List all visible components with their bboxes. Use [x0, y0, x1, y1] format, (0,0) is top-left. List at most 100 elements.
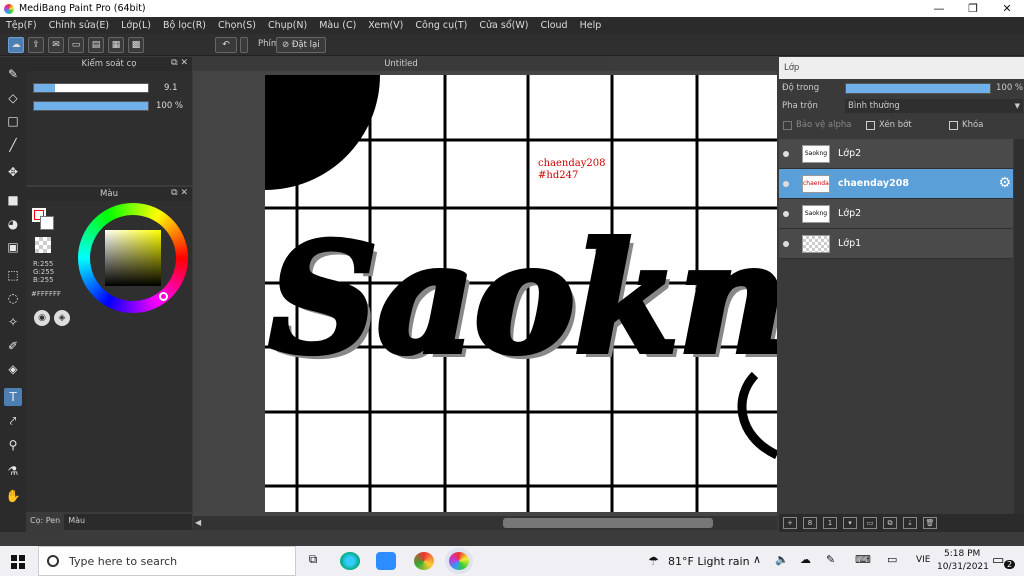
text-tool-icon[interactable]: T: [4, 388, 22, 406]
layer-opacity-slider[interactable]: [845, 83, 991, 94]
select-pen-tool-icon[interactable]: ✐: [4, 337, 22, 355]
secondary-color-swatch[interactable]: [40, 216, 54, 230]
transparent-swatch[interactable]: [35, 237, 51, 253]
pen-tray-icon[interactable]: ✎: [826, 553, 835, 566]
menu-view[interactable]: Xem(V): [368, 20, 403, 31]
menu-select[interactable]: Chọn(S): [218, 20, 256, 31]
folder-icon[interactable]: ▭: [863, 517, 877, 529]
weather-text[interactable]: 81°F Light rain: [668, 555, 750, 568]
display-icon[interactable]: ▭: [887, 553, 897, 566]
gear-icon[interactable]: ⚙: [998, 175, 1011, 191]
task-view-icon[interactable]: ⧉: [303, 552, 323, 570]
scroll-left-icon[interactable]: ◀: [195, 518, 201, 527]
tray-chevron-icon[interactable]: ∧: [753, 553, 761, 566]
medibang-taskbar-icon[interactable]: [449, 552, 469, 570]
speech-bubble-icon[interactable]: ✉: [48, 37, 64, 53]
clip-checkbox[interactable]: Xén bớt: [866, 120, 912, 130]
comment-icon[interactable]: ▭: [68, 37, 84, 53]
drawing-canvas[interactable]: Saokng Saokng chaenday208 #hd247: [265, 75, 777, 512]
new-layer-8bit-icon[interactable]: 8: [803, 517, 817, 529]
select-rect-tool-icon[interactable]: ⬚: [4, 266, 22, 284]
eraser-tool-icon[interactable]: ◇: [4, 89, 22, 107]
tab-brush[interactable]: Cọ: Pen: [26, 514, 65, 530]
visibility-icon[interactable]: [783, 210, 789, 217]
taskbar-search[interactable]: Type here to search: [38, 546, 296, 576]
merge-icon[interactable]: ⇣: [903, 517, 917, 529]
keyboard-icon[interactable]: ⌨: [855, 553, 871, 566]
maximize-button[interactable]: ❐: [956, 0, 990, 17]
color-panel-close-icon[interactable]: ⧉ ✕: [171, 188, 188, 198]
windows-start-icon[interactable]: [11, 555, 25, 569]
menu-capture[interactable]: Chụp(N): [268, 20, 307, 31]
eyedropper-tool-icon[interactable]: ⚲: [4, 436, 22, 454]
protect-alpha-checkbox[interactable]: Bảo vệ alpha: [783, 120, 851, 130]
cloud-icon[interactable]: ☁: [8, 37, 24, 53]
operation-tool-icon[interactable]: ⤤: [4, 412, 22, 430]
language-indicator[interactable]: VIE: [916, 555, 931, 565]
panel-close-icon[interactable]: ⧉ ✕: [171, 58, 188, 68]
brush-size-slider[interactable]: [33, 83, 149, 93]
close-button[interactable]: ✕: [990, 0, 1024, 17]
menu-edit[interactable]: Chỉnh sửa(E): [49, 20, 110, 31]
layer-row[interactable]: Lớp1: [779, 229, 1013, 259]
brush-opacity-slider[interactable]: [33, 101, 149, 111]
magic-wand-tool-icon[interactable]: ✧: [4, 313, 22, 331]
new-layer-1bit-icon[interactable]: 1: [823, 517, 837, 529]
lasso-tool-icon[interactable]: ◌: [4, 289, 22, 307]
menu-file[interactable]: Tệp(F): [6, 20, 37, 31]
move-tool-icon[interactable]: ✥: [4, 163, 22, 181]
scroll-thumb[interactable]: [503, 518, 713, 528]
menu-cloud[interactable]: Cloud: [540, 20, 567, 31]
cloud-tray-icon[interactable]: ☁: [800, 553, 811, 566]
notification-icon[interactable]: ▭: [992, 553, 1004, 568]
menu-help[interactable]: Help: [580, 20, 602, 31]
new-layer-icon[interactable]: +: [783, 517, 797, 529]
hand-tool-icon[interactable]: ✋: [4, 487, 22, 505]
fill-rect-tool-icon[interactable]: ■: [4, 191, 22, 209]
chrome-icon[interactable]: [414, 552, 434, 570]
undo-icon[interactable]: ↶: [215, 37, 237, 53]
layer-row[interactable]: Saokng Lớp2: [779, 139, 1013, 169]
menu-layer[interactable]: Lớp(L): [121, 20, 151, 31]
rectangle-tool-icon[interactable]: □: [4, 112, 22, 130]
visibility-icon[interactable]: [783, 180, 789, 187]
line-tool-icon[interactable]: ╱: [4, 136, 22, 154]
palette-list-icon[interactable]: ◈: [54, 310, 70, 326]
reset-button[interactable]: ⊘ Đặt lại: [276, 37, 326, 53]
add-layer-menu-icon[interactable]: ▾: [843, 517, 857, 529]
layer-row-selected[interactable]: chaenday208 chaenday208 ⚙: [779, 169, 1013, 199]
saturation-value-square[interactable]: [105, 230, 161, 286]
hue-handle[interactable]: [159, 292, 168, 301]
toolbar-separator-handle[interactable]: [240, 37, 248, 53]
menu-window[interactable]: Cửa sổ(W): [479, 20, 528, 31]
menu-color[interactable]: Màu (C): [319, 20, 356, 31]
menu-tools[interactable]: Công cụ(T): [415, 20, 467, 31]
clock-date[interactable]: 10/31/2021: [937, 562, 989, 572]
page-icon[interactable]: ▤: [88, 37, 104, 53]
minimize-button[interactable]: —: [922, 0, 956, 17]
zoom-icon[interactable]: [376, 552, 396, 570]
bucket-tool-icon[interactable]: ◕: [4, 215, 22, 233]
volume-icon[interactable]: 🔈: [775, 553, 789, 566]
palette-icon[interactable]: ◉: [34, 310, 50, 326]
select-eraser-tool-icon[interactable]: ◈: [4, 360, 22, 378]
share-icon[interactable]: ⇪: [28, 37, 44, 53]
layer-row[interactable]: Saokng Lớp2: [779, 199, 1013, 229]
brush-tool-icon[interactable]: ✎: [4, 65, 22, 83]
canvas-tab[interactable]: Untitled: [193, 57, 609, 71]
dropper-tool-icon[interactable]: ⚗: [4, 462, 22, 480]
trash-icon[interactable]: 🗑: [923, 517, 937, 529]
edge-icon[interactable]: [340, 552, 360, 570]
duplicate-icon[interactable]: ⧉: [883, 517, 897, 529]
grid-icon[interactable]: ▩: [128, 37, 144, 53]
panel-icon[interactable]: ▦: [108, 37, 124, 53]
visibility-icon[interactable]: [783, 150, 789, 157]
lock-checkbox[interactable]: Khóa: [949, 120, 983, 130]
gradient-tool-icon[interactable]: ▣: [4, 238, 22, 256]
visibility-icon[interactable]: [783, 240, 789, 247]
menu-filter[interactable]: Bộ lọc(R): [163, 20, 206, 31]
layer-scrollbar[interactable]: [1014, 139, 1024, 519]
clock-time[interactable]: 5:18 PM: [944, 549, 980, 559]
blend-mode-select[interactable]: Bình thường ▼: [845, 99, 1023, 113]
horizontal-scrollbar[interactable]: ◀: [193, 516, 777, 530]
